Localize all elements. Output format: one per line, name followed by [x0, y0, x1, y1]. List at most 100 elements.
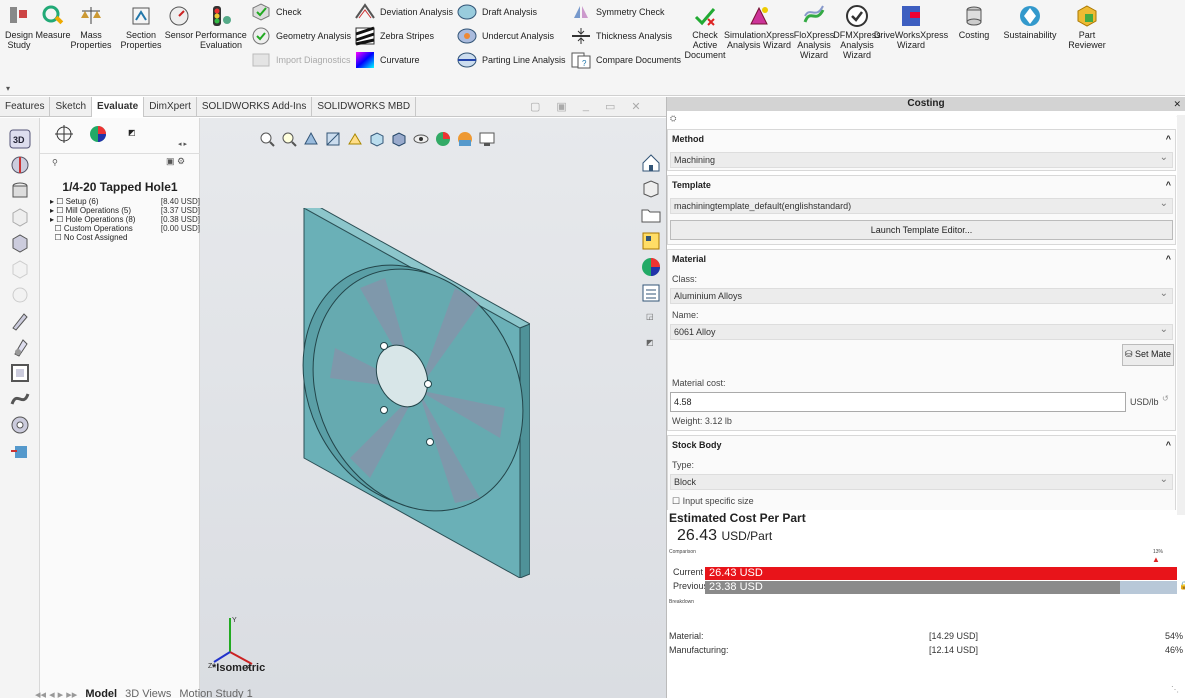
measure-button[interactable]: Measure [36, 4, 71, 40]
scrollbar[interactable] [1177, 115, 1185, 515]
geometry-analysis-button[interactable]: Geometry Analysis [250, 26, 351, 46]
apply-scene-icon[interactable] [456, 130, 474, 148]
panel-options-icon[interactable]: ▣ ⚙ [166, 156, 185, 167]
filter-icon[interactable]: ⚲ [52, 158, 58, 167]
import-diagnostics-button[interactable]: Import Diagnostics [250, 50, 351, 70]
zebra-stripes-button[interactable]: Zebra Stripes [354, 26, 434, 46]
home-icon[interactable] [640, 152, 662, 174]
reset-icon[interactable]: ↺ [1162, 394, 1169, 403]
part-reviewer-button[interactable]: Part Reviewer [1062, 4, 1112, 50]
compare-documents-button[interactable]: ? Compare Documents [570, 50, 681, 70]
pin-icon[interactable]: ✕ [1173, 99, 1181, 110]
tree-row-mill-operations[interactable]: ▸ ☐ Mill Operations (5) [3.37 USD] [50, 207, 200, 215]
collapse-icon[interactable]: ^ [1166, 254, 1171, 264]
sensor-button[interactable]: Sensor [162, 4, 196, 40]
cylinder-icon[interactable] [9, 180, 31, 202]
undercut-analysis-button[interactable]: Undercut Analysis [456, 26, 554, 46]
mass-properties-button[interactable]: Mass Properties [68, 4, 114, 50]
chevron-down-icon[interactable]: ▾ [6, 84, 16, 94]
edit-appearance-icon[interactable] [434, 130, 452, 148]
surface-icon[interactable] [9, 388, 31, 410]
custom-properties-icon[interactable] [640, 282, 662, 304]
tab-sketch[interactable]: Sketch [50, 96, 93, 117]
crosshair-icon[interactable] [54, 124, 74, 144]
tile-icon[interactable]: ▢ [530, 100, 540, 113]
appearance-icon[interactable] [88, 124, 108, 144]
shell-icon[interactable] [9, 414, 31, 436]
lock-icon[interactable]: 🔒 [1179, 581, 1185, 590]
block-icon[interactable] [9, 232, 31, 254]
resize-grip-icon[interactable]: ⋱ [1171, 685, 1179, 694]
task-pane-extra-icon[interactable]: ◲ [646, 312, 654, 321]
costing-button[interactable]: Costing [954, 4, 994, 40]
parting-line-analysis-button[interactable]: Parting Line Analysis [456, 50, 566, 70]
box-icon[interactable] [9, 206, 31, 228]
minimize-icon[interactable]: _ [583, 100, 589, 113]
restore-icon[interactable]: ▭ [605, 100, 615, 113]
collapse-icon[interactable]: ^ [1166, 134, 1171, 144]
tab-features[interactable]: Features [0, 96, 51, 117]
frame-icon[interactable] [9, 362, 31, 384]
tab-solidworks-mbd[interactable]: SOLIDWORKS MBD [312, 96, 417, 117]
driveworksxpress-button[interactable]: DriveWorksXpress Wizard [874, 4, 948, 50]
thickness-analysis-button[interactable]: Thickness Analysis [570, 26, 672, 46]
tab-scroll-arrows[interactable]: ◂ ▸ [178, 140, 187, 148]
collapse-icon[interactable]: ^ [1166, 440, 1171, 450]
3d-view-icon[interactable]: 3D [9, 128, 31, 150]
section-properties-button[interactable]: Section Properties [118, 4, 164, 50]
check-button[interactable]: Check [250, 2, 302, 22]
mill-tool-icon[interactable] [9, 336, 31, 358]
tab-evaluate[interactable]: Evaluate [92, 96, 145, 117]
check-active-document-button[interactable]: Check Active Document [682, 4, 728, 60]
folder-icon[interactable] [640, 204, 662, 226]
view-settings-icon[interactable] [478, 130, 496, 148]
dynamic-annotation-icon[interactable] [346, 130, 364, 148]
sketch-tool-icon[interactable] [9, 310, 31, 332]
tab-3d-views[interactable]: 3D Views [125, 688, 171, 698]
zoom-to-fit-icon[interactable] [258, 130, 276, 148]
hide-show-items-icon[interactable] [412, 130, 430, 148]
deviation-analysis-button[interactable]: Deviation Analysis [354, 2, 453, 22]
floxpress-button[interactable]: FloXpress Analysis Wizard [792, 4, 836, 60]
zoom-area-icon[interactable] [280, 130, 298, 148]
collapse-icon[interactable]: ^ [1166, 180, 1171, 190]
set-material-button[interactable]: ⛁ Set Mate [1122, 344, 1174, 366]
view-palette-icon[interactable] [640, 230, 662, 252]
draft-analysis-button[interactable]: Draft Analysis [456, 2, 537, 22]
graphics-viewport[interactable]: ◲ ◩ Y X Z *Isometric [200, 118, 666, 698]
view-orientation-icon[interactable] [368, 130, 386, 148]
faded-shape-icon[interactable] [9, 284, 31, 306]
material-class-select[interactable]: Aluminium Alloys [670, 286, 1173, 304]
tab-scroll-arrows[interactable]: ◂◂ ◂ ▸ ▸▸ [35, 688, 77, 698]
display-pane-icon[interactable] [9, 154, 31, 176]
tab-dimxpert[interactable]: DimXpert [144, 96, 197, 117]
cascade-icon[interactable]: ▣ [556, 100, 566, 113]
tab-solidworks-addins[interactable]: SOLIDWORKS Add-Ins [197, 96, 313, 117]
section-view-icon[interactable] [324, 130, 342, 148]
tree-row-no-cost-assigned[interactable]: ☐ No Cost Assigned [50, 234, 200, 242]
tab-motion-study[interactable]: Motion Study 1 [179, 688, 252, 698]
part-model[interactable] [290, 208, 530, 578]
simulationxpress-button[interactable]: SimulationXpress Analysis Wizard [724, 4, 794, 50]
tree-row-hole-operations[interactable]: ▸ ☐ Hole Operations (8) [0.38 USD] [50, 216, 200, 224]
display-style-icon[interactable] [390, 130, 408, 148]
performance-evaluation-button[interactable]: Performance Evaluation [195, 4, 247, 50]
material-name-select[interactable]: 6061 Alloy [670, 322, 1173, 340]
design-study-button[interactable]: Design Study [2, 4, 36, 50]
task-pane-extra-2-icon[interactable]: ◩ [646, 338, 654, 347]
appearances-icon[interactable] [640, 256, 662, 278]
design-library-icon[interactable] [640, 178, 662, 200]
extra-tab-icon[interactable]: ◩ [128, 128, 136, 137]
faded-box-icon[interactable] [9, 258, 31, 280]
axes-icon[interactable] [9, 440, 31, 462]
material-cost-input[interactable]: 4.58 [670, 392, 1126, 412]
sustainability-button[interactable]: Sustainability [1000, 4, 1060, 40]
close-icon[interactable]: ✕ [631, 100, 640, 113]
method-select[interactable]: Machining [670, 150, 1173, 168]
curvature-button[interactable]: Curvature [354, 50, 420, 70]
input-specific-size-checkbox[interactable]: ☐ Input specific size [672, 496, 754, 507]
stock-type-select[interactable]: Block [670, 472, 1173, 490]
launch-template-editor-button[interactable]: Launch Template Editor... [670, 220, 1173, 240]
symmetry-check-button[interactable]: Symmetry Check [570, 2, 665, 22]
previous-view-icon[interactable] [302, 130, 320, 148]
